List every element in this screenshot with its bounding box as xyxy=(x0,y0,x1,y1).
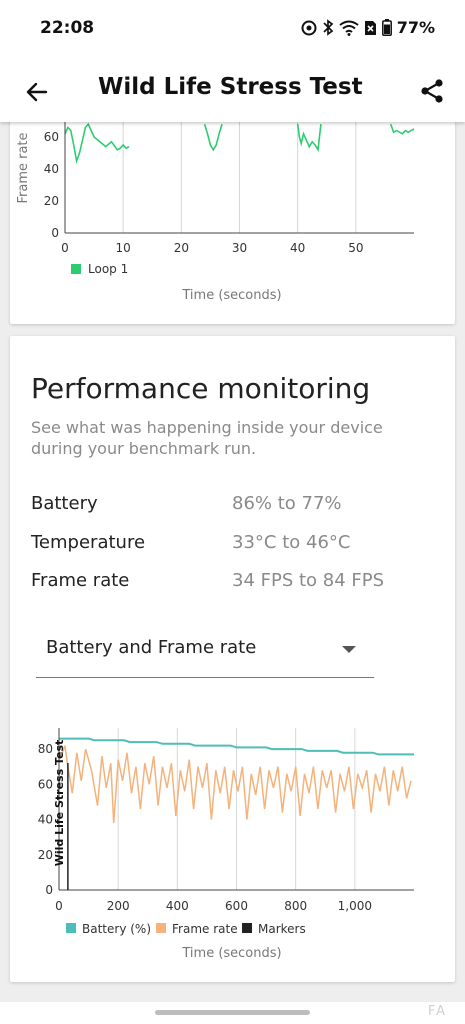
wifi-icon xyxy=(339,20,359,36)
x-tick-label: 0 xyxy=(61,241,69,255)
legend-label-markers: Markers xyxy=(258,922,306,936)
y-tick-label: 40 xyxy=(38,813,53,827)
battery-icon xyxy=(381,19,392,36)
x-tick-label: 10 xyxy=(116,241,131,255)
x-tick-label: 1,000 xyxy=(338,899,372,913)
y-tick-label: 20 xyxy=(38,848,53,862)
loop-chart: 0 10 20 30 40 50 0 20 40 60 Loop 1 Time (seconds)… xyxy=(16,110,415,303)
bluetooth-icon xyxy=(322,19,334,36)
legend-label-frame-rate: Frame rate xyxy=(172,922,238,936)
home-indicator[interactable] xyxy=(155,1010,310,1015)
x-tick-label: 30 xyxy=(232,241,247,255)
share-button[interactable] xyxy=(415,74,449,108)
app-bar: Wild Life Stress Test xyxy=(0,60,465,122)
y-tick-label: 0 xyxy=(45,883,53,897)
status-bar: 22:08 77% xyxy=(0,0,465,60)
y-tick-label: 40 xyxy=(44,162,59,176)
legend-swatch-battery xyxy=(66,923,76,933)
watermark: FA xyxy=(427,1004,447,1019)
loop-legend-swatch xyxy=(71,264,81,274)
legend-swatch-frame-rate xyxy=(156,923,166,933)
legend-label-battery: Battery (%) xyxy=(82,922,151,936)
legend-swatch-markers xyxy=(242,923,252,933)
no-sim-icon xyxy=(364,20,377,36)
loop-legend-label: Loop 1 xyxy=(88,262,128,276)
perf-x-axis-title: Time (seconds) xyxy=(181,946,281,961)
y-tick-label: 20 xyxy=(44,194,59,208)
x-tick-label: 600 xyxy=(225,899,248,913)
y-tick-label: 60 xyxy=(38,777,53,791)
x-tick-label: 0 xyxy=(55,899,63,913)
loop-y-axis-title: Frame rate xyxy=(16,132,31,203)
back-button[interactable] xyxy=(20,75,54,109)
performance-chart: 0 200 400 600 800 1,000 0 20 40 60 80 Wild Life St… xyxy=(38,728,414,961)
data-saver-icon xyxy=(301,20,317,36)
x-tick-label: 200 xyxy=(107,899,130,913)
battery-percent: 77% xyxy=(396,18,435,37)
marker-label: Wild Life Stress Test xyxy=(53,740,66,867)
y-tick-label: 60 xyxy=(44,130,59,144)
frame-rate-line xyxy=(59,745,412,824)
arrow-left-icon xyxy=(26,82,48,102)
share-icon xyxy=(421,79,443,103)
status-icons: 77% xyxy=(301,18,435,37)
status-time: 22:08 xyxy=(40,18,95,38)
x-tick-label: 400 xyxy=(166,899,189,913)
gesture-bar: FA xyxy=(0,1002,465,1024)
loop-x-axis-title: Time (seconds) xyxy=(181,288,281,303)
x-tick-label: 50 xyxy=(348,241,363,255)
y-tick-label: 0 xyxy=(51,226,59,240)
x-tick-label: 40 xyxy=(290,241,305,255)
loop-chart-card: 0 10 20 30 40 50 0 20 40 60 Loop 1 Time (seconds)… xyxy=(10,110,455,324)
x-tick-label: 800 xyxy=(284,899,307,913)
x-tick-label: 20 xyxy=(174,241,189,255)
y-tick-label: 80 xyxy=(38,742,53,756)
performance-card: Performance monitoring See what was happ… xyxy=(10,336,455,982)
page-title: Wild Life Stress Test xyxy=(98,74,363,100)
